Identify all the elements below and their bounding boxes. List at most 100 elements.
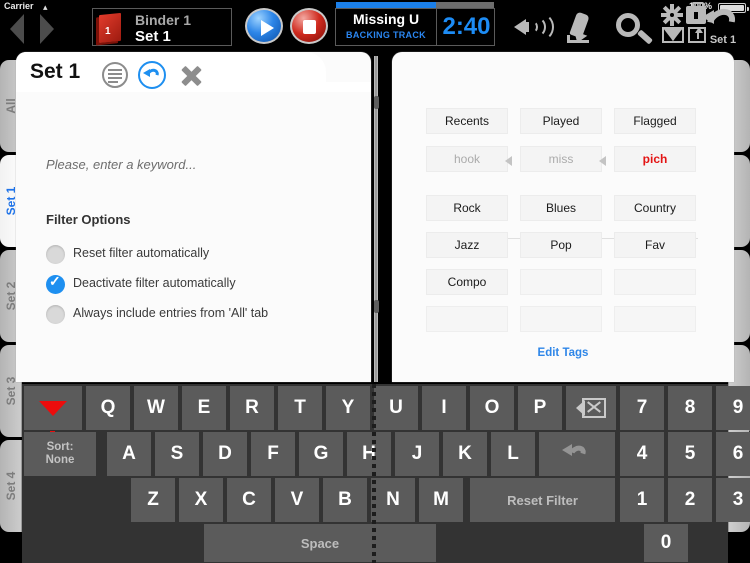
- key-t[interactable]: T: [278, 386, 322, 430]
- tag-played[interactable]: Played: [520, 108, 602, 134]
- key-n[interactable]: N: [371, 478, 415, 522]
- key-x[interactable]: X: [179, 478, 223, 522]
- filter-options-panel: Set 1 Please, enter a keyword... Filter …: [16, 52, 371, 382]
- filter-card: Set 1 Please, enter a keyword... Filter …: [16, 52, 734, 382]
- tag-empty-4[interactable]: [520, 306, 602, 332]
- key-f[interactable]: F: [251, 432, 295, 476]
- key-y[interactable]: Y: [326, 386, 370, 430]
- divider-handle-bottom[interactable]: [374, 300, 379, 313]
- key-k[interactable]: K: [443, 432, 487, 476]
- key-e[interactable]: E: [182, 386, 226, 430]
- tab-label: Set 4: [4, 471, 18, 501]
- binder-number: 1: [105, 26, 111, 37]
- key-r[interactable]: R: [230, 386, 274, 430]
- chevron-right-icon[interactable]: [40, 14, 54, 44]
- search-icon[interactable]: [612, 8, 656, 46]
- key-7[interactable]: 7: [620, 386, 664, 430]
- radio-icon[interactable]: [46, 245, 65, 264]
- volume-icon[interactable]: [512, 8, 556, 46]
- key-a[interactable]: A: [107, 432, 151, 476]
- key-undo[interactable]: [539, 432, 615, 476]
- key-l[interactable]: L: [491, 432, 535, 476]
- tag-flagged[interactable]: Flagged: [614, 108, 696, 134]
- option-label: Always include entries from 'All' tab: [73, 306, 269, 320]
- tag-row-system: Recents Played Flagged: [426, 108, 698, 134]
- key-q[interactable]: Q: [86, 386, 130, 430]
- edit-tags-link[interactable]: Edit Tags: [392, 347, 734, 359]
- key-8[interactable]: 8: [668, 386, 712, 430]
- chevron-left-icon[interactable]: [10, 14, 24, 44]
- tag-rock[interactable]: Rock: [426, 195, 508, 221]
- tag-recents[interactable]: Recents: [426, 108, 508, 134]
- radio-icon[interactable]: [46, 305, 65, 324]
- key-m[interactable]: M: [419, 478, 463, 522]
- keyword-input[interactable]: Please, enter a keyword...: [46, 157, 196, 172]
- tag-country[interactable]: Country: [614, 195, 696, 221]
- funnel-icon: [39, 400, 67, 442]
- key-3[interactable]: 3: [716, 478, 750, 522]
- radio-checked-icon[interactable]: [46, 273, 65, 294]
- binder-selector[interactable]: 1 Binder 1 Set 1: [92, 8, 232, 46]
- stop-button[interactable]: [290, 8, 328, 44]
- chevron-left-icon-1: [505, 156, 512, 166]
- key-g[interactable]: G: [299, 432, 343, 476]
- key-v[interactable]: V: [275, 478, 319, 522]
- play-button[interactable]: [245, 8, 283, 44]
- sort-line1: Sort:: [46, 441, 74, 453]
- mail-icon[interactable]: [662, 27, 684, 43]
- key-u[interactable]: U: [374, 386, 418, 430]
- song-subtitle: BACKING TRACK: [346, 30, 426, 40]
- nav-arrows[interactable]: [10, 12, 90, 46]
- tag-jazz[interactable]: Jazz: [426, 232, 508, 258]
- tag-miss[interactable]: miss: [520, 146, 602, 172]
- key-z[interactable]: Z: [131, 478, 175, 522]
- tag-hook[interactable]: hook: [426, 146, 508, 172]
- tag-row-genres-1: Rock Blues Country: [426, 195, 698, 221]
- now-playing[interactable]: Missing U BACKING TRACK 2:40: [335, 8, 495, 46]
- key-c[interactable]: C: [227, 478, 271, 522]
- undo-button[interactable]: Set 1: [700, 3, 746, 48]
- tag-compo[interactable]: Compo: [426, 269, 508, 295]
- key-w[interactable]: W: [134, 386, 178, 430]
- close-x-icon[interactable]: [178, 62, 204, 88]
- key-1[interactable]: 1: [620, 478, 664, 522]
- tag-pich[interactable]: pich: [614, 146, 696, 172]
- key-h[interactable]: H: [347, 432, 391, 476]
- key-2[interactable]: 2: [668, 478, 712, 522]
- key-9[interactable]: 9: [716, 386, 750, 430]
- tag-fav[interactable]: Fav: [614, 232, 696, 258]
- tag-row-genres-3: Compo: [426, 269, 698, 295]
- tag-blues[interactable]: Blues: [520, 195, 602, 221]
- tag-pop[interactable]: Pop: [520, 232, 602, 258]
- option-label: Reset filter automatically: [73, 246, 210, 260]
- key-b[interactable]: B: [323, 478, 367, 522]
- divider-handle-top[interactable]: [374, 96, 379, 109]
- key-0[interactable]: 0: [644, 524, 688, 562]
- panel-header: Set 1: [16, 52, 326, 90]
- key-sort[interactable]: Sort: None: [24, 432, 96, 476]
- key-4[interactable]: 4: [620, 432, 664, 476]
- undo-arrow-icon: [561, 442, 593, 466]
- key-i[interactable]: I: [422, 386, 466, 430]
- key-5[interactable]: 5: [668, 432, 712, 476]
- key-p[interactable]: P: [518, 386, 562, 430]
- song-time: 2:40: [436, 9, 496, 45]
- key-6[interactable]: 6: [716, 432, 750, 476]
- sidebar-item-set4[interactable]: Set 4: [0, 440, 22, 532]
- tag-empty-2[interactable]: [614, 269, 696, 295]
- key-j[interactable]: J: [395, 432, 439, 476]
- key-space[interactable]: Space: [204, 524, 436, 562]
- key-o[interactable]: O: [470, 386, 514, 430]
- tag-empty-5[interactable]: [614, 306, 696, 332]
- tag-empty-1[interactable]: [520, 269, 602, 295]
- key-filter[interactable]: [24, 386, 82, 442]
- key-d[interactable]: D: [203, 432, 247, 476]
- key-backspace[interactable]: [566, 386, 616, 430]
- list-icon[interactable]: [102, 62, 128, 88]
- key-s[interactable]: S: [155, 432, 199, 476]
- pen-icon[interactable]: [565, 8, 601, 46]
- gear-icon[interactable]: [661, 4, 683, 26]
- key-reset-filter[interactable]: Reset Filter: [470, 478, 615, 522]
- tag-empty-3[interactable]: [426, 306, 508, 332]
- undo-circle-icon[interactable]: [138, 61, 166, 89]
